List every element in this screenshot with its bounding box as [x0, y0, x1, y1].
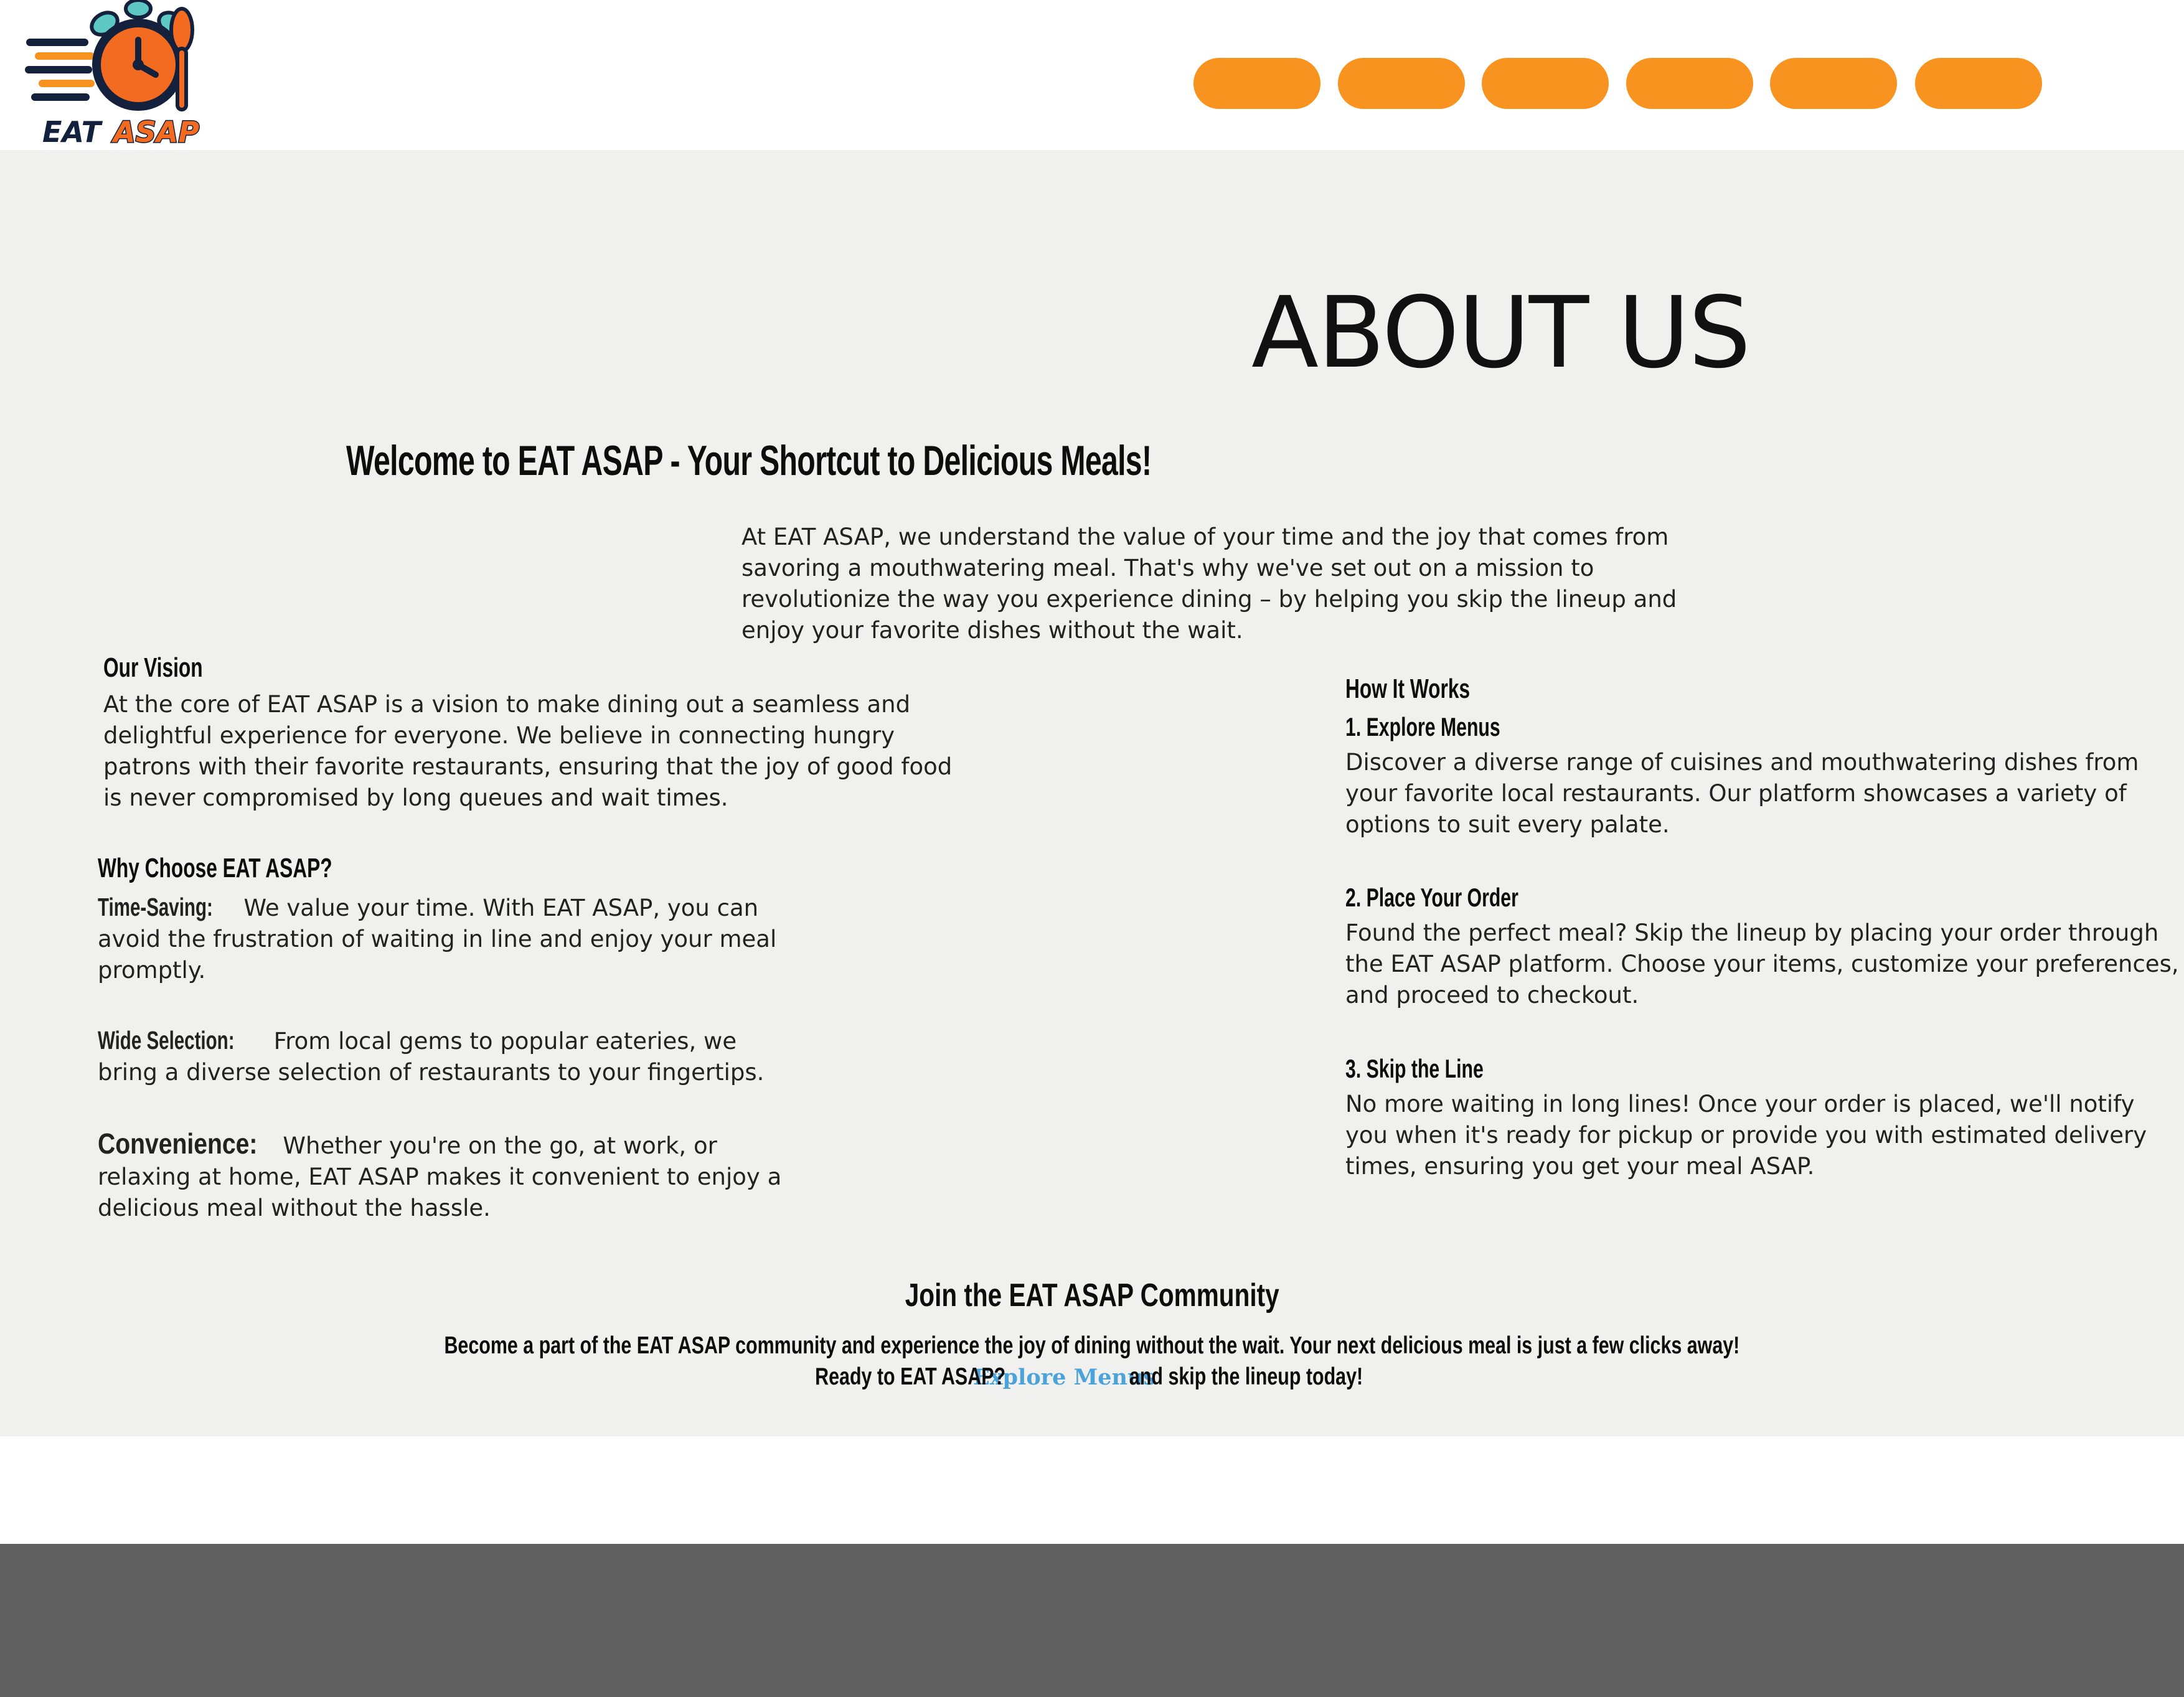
- reason-wide-selection: Wide Selection: From local gems to popul…: [98, 1025, 801, 1088]
- speed-lines-icon: [25, 39, 95, 101]
- why-heading-text: Why Choose EAT ASAP?: [98, 853, 332, 883]
- reason-label: Time-Saving:: [98, 893, 213, 921]
- how-heading-text: How It Works: [1345, 674, 1471, 704]
- nav-button-3[interactable]: [1482, 58, 1609, 109]
- site-footer: [0, 1544, 2184, 1697]
- community-heading: Join the EAT ASAP Community: [0, 1277, 2184, 1314]
- svg-text:ASAP: ASAP: [111, 115, 199, 149]
- vision-heading: Our Vision: [103, 652, 242, 684]
- vision-paragraph: At the core of EAT ASAP is a vision to m…: [103, 691, 953, 811]
- community-text: Become a part of the EAT ASAP community …: [444, 1332, 1740, 1359]
- community-text-line-2: Ready to EAT ASAP? Explore Menus and ski…: [0, 1363, 2184, 1391]
- step-title-text: 3. Skip the Line: [1345, 1054, 1484, 1083]
- community-cta-before: Ready to EAT ASAP?: [815, 1363, 1006, 1390]
- step-title-text: 1. Explore Menus: [1345, 712, 1500, 741]
- vision-heading-text: Our Vision: [103, 652, 203, 683]
- step-1-text: Discover a diverse range of cuisines and…: [1345, 749, 2139, 838]
- reason-time-saving: Time-Saving: We value your time. With EA…: [98, 891, 801, 986]
- nav-button-4[interactable]: [1626, 58, 1753, 109]
- why-heading: Why Choose EAT ASAP?: [98, 853, 423, 884]
- welcome-heading: Welcome to EAT ASAP - Your Shortcut to D…: [346, 437, 1152, 484]
- step-title-text: 2. Place Your Order: [1345, 883, 1518, 912]
- site-header: EAT ASAP: [0, 0, 2184, 150]
- community-cta-after: and skip the lineup today!: [1129, 1363, 1363, 1390]
- step-2-text: Found the perfect meal? Skip the lineup …: [1345, 919, 2179, 1008]
- nav-button-2[interactable]: [1338, 58, 1465, 109]
- how-heading: How It Works: [1345, 674, 1518, 705]
- reason-label: Wide Selection:: [98, 1026, 235, 1055]
- community-text-line-1: Become a part of the EAT ASAP community …: [0, 1332, 2184, 1360]
- nav-button-6[interactable]: [1915, 58, 2042, 109]
- intro-paragraph: At EAT ASAP, we understand the value of …: [741, 524, 1677, 644]
- about-main-section: ABOUT US Welcome to EAT ASAP - Your Shor…: [0, 150, 2184, 1436]
- reason-label: Convenience:: [98, 1127, 258, 1160]
- nav-button-1[interactable]: [1193, 58, 1320, 109]
- page-title: ABOUT US: [1251, 276, 1751, 390]
- svg-text:EAT: EAT: [42, 115, 103, 149]
- eat-asap-logo[interactable]: EAT ASAP: [22, 0, 209, 150]
- community-heading-text: Join the EAT ASAP Community: [905, 1277, 1279, 1314]
- step-3-title: 3. Skip the Line: [1345, 1054, 1537, 1084]
- step-1-title: 1. Explore Menus: [1345, 712, 1560, 742]
- nav-button-5[interactable]: [1770, 58, 1897, 109]
- step-2-title: 2. Place Your Order: [1345, 883, 1586, 913]
- step-3-text: No more waiting in long lines! Once your…: [1345, 1091, 2147, 1180]
- reason-convenience: Convenience: Whether you're on the go, a…: [98, 1128, 801, 1224]
